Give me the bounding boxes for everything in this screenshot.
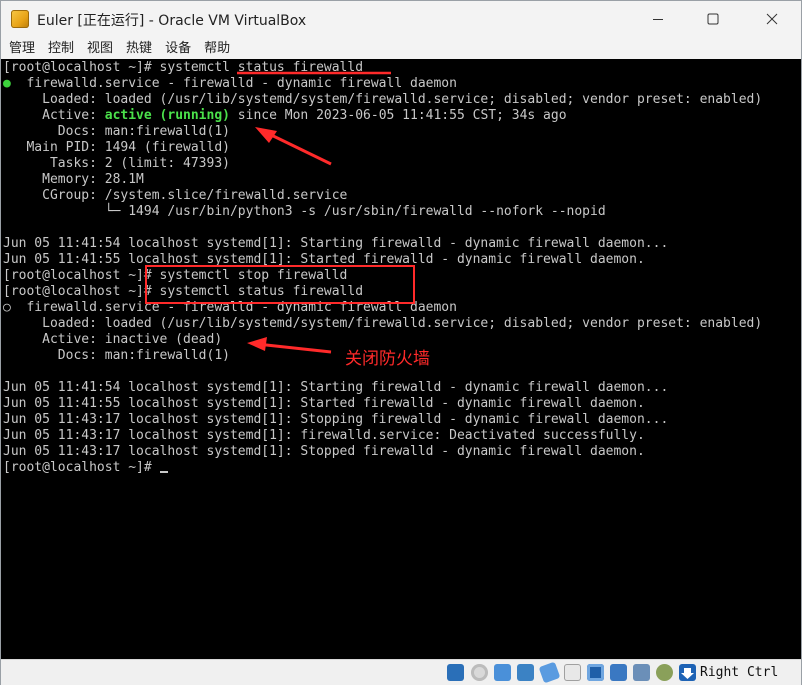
close-button[interactable] <box>749 1 795 37</box>
hard-disk-icon[interactable] <box>447 664 464 681</box>
terminal-prompt-line[interactable]: [root@localhost ~]# <box>3 460 168 476</box>
usb-icon[interactable] <box>538 661 561 684</box>
terminal-line: CGroup: /system.slice/firewalld.service <box>3 188 348 203</box>
maximize-button[interactable] <box>690 1 736 37</box>
network-icon[interactable] <box>517 664 534 681</box>
terminal-line: Tasks: 2 (limit: 47393) <box>3 156 230 171</box>
terminal-line: Jun 05 11:43:17 localhost systemd[1]: St… <box>3 444 645 459</box>
terminal-line: Jun 05 11:41:55 localhost systemd[1]: St… <box>3 396 645 411</box>
shared-folder-icon[interactable] <box>564 664 581 681</box>
arrow-down-icon[interactable] <box>679 664 696 681</box>
menu-item-manage[interactable]: 管理 <box>1 38 40 59</box>
annotation-label: 关闭防火墙 <box>345 349 430 369</box>
virtualbox-app-icon <box>11 10 29 28</box>
recording-icon[interactable] <box>610 664 627 681</box>
menu-item-devices[interactable]: 设备 <box>157 38 196 59</box>
keyboard-capture-icon[interactable] <box>656 664 673 681</box>
optical-drive-icon[interactable] <box>471 664 488 681</box>
mouse-integration-icon[interactable] <box>633 664 650 681</box>
terminal-line: Loaded: loaded (/usr/lib/systemd/system/… <box>3 316 763 331</box>
menu-item-view[interactable]: 视图 <box>79 38 118 59</box>
terminal-line: [root@localhost ~]# systemctl stop firew… <box>3 268 348 283</box>
terminal-line: Jun 05 11:41:54 localhost systemd[1]: St… <box>3 380 669 395</box>
minimize-button[interactable] <box>635 1 681 37</box>
terminal-line: Active: active (running) since Mon 2023-… <box>3 108 567 123</box>
audio-icon[interactable] <box>494 664 511 681</box>
terminal-line: Memory: 28.1M <box>3 172 144 187</box>
terminal-line: ● firewalld.service - firewalld - dynami… <box>3 76 457 91</box>
status-dot-icon: ● <box>3 76 11 91</box>
terminal-line: Docs: man:firewalld(1) <box>3 348 230 363</box>
text-cursor <box>159 471 168 473</box>
menu-item-help[interactable]: 帮助 <box>196 38 235 59</box>
window-title: Euler [正在运行] - Oracle VM VirtualBox <box>37 13 307 29</box>
minimize-icon <box>653 19 663 20</box>
terminal-line: Jun 05 11:41:54 localhost systemd[1]: St… <box>3 236 669 251</box>
terminal-line: Jun 05 11:43:17 localhost systemd[1]: St… <box>3 412 669 427</box>
close-icon <box>766 13 778 25</box>
title-bar[interactable]: Euler [正在运行] - Oracle VM VirtualBox <box>1 1 801 37</box>
menu-item-control[interactable]: 控制 <box>40 38 79 59</box>
host-key-label: Right Ctrl <box>700 665 779 680</box>
active-running-status: active (running) <box>104 108 230 123</box>
terminal-line: └─ 1494 /usr/bin/python3 -s /usr/sbin/fi… <box>3 204 606 219</box>
terminal-line: Jun 05 11:41:55 localhost systemd[1]: St… <box>3 252 645 267</box>
status-bar: Right Ctrl <box>1 659 801 685</box>
virtualbox-window: Euler [正在运行] - Oracle VM VirtualBox 管理 控… <box>0 0 802 685</box>
menu-bar: 管理 控制 视图 热键 设备 帮助 <box>1 38 801 59</box>
menu-item-hotkeys[interactable]: 热键 <box>118 38 157 59</box>
maximize-icon <box>707 13 719 25</box>
display-icon[interactable] <box>587 664 604 681</box>
terminal-line: Jun 05 11:43:17 localhost systemd[1]: fi… <box>3 428 645 443</box>
terminal-line: Docs: man:firewalld(1) <box>3 124 230 139</box>
terminal-line: Main PID: 1494 (firewalld) <box>3 140 230 155</box>
terminal-line: [root@localhost ~]# systemctl status fir… <box>3 284 364 299</box>
terminal-line: Active: inactive (dead) <box>3 332 223 347</box>
terminal-line: Loaded: loaded (/usr/lib/systemd/system/… <box>3 92 763 107</box>
terminal-line: ○ firewalld.service - firewalld - dynami… <box>3 300 457 315</box>
terminal-line: [root@localhost ~]# systemctl status fir… <box>3 60 364 75</box>
status-dot-icon: ○ <box>3 300 11 315</box>
